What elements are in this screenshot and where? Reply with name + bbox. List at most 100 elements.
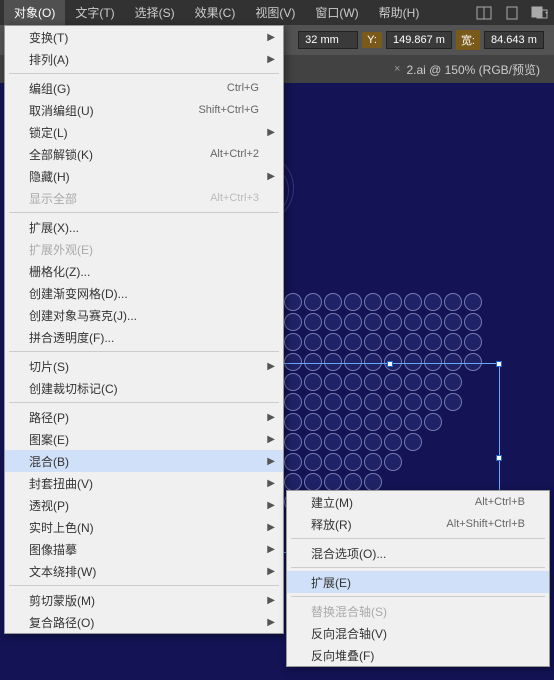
menu-item[interactable]: 混合(B)▶ <box>5 450 283 472</box>
menu-item-label: 扩展(E) <box>311 574 525 591</box>
menu-item: 显示全部Alt+Ctrl+3 <box>5 187 283 209</box>
menu-separator <box>291 596 545 597</box>
chevron-right-icon: ▶ <box>267 500 275 511</box>
menu-item[interactable]: 栅格化(Z)... <box>5 260 283 282</box>
menu-item-label: 隐藏(H) <box>29 168 259 185</box>
menu-shortcut: Alt+Ctrl+B <box>475 496 525 508</box>
menu-item-label: 栅格化(Z)... <box>29 263 259 280</box>
menu-shortcut: Alt+Ctrl+3 <box>210 192 259 204</box>
menu-item-label: 变换(T) <box>29 29 259 46</box>
menu-item[interactable]: 扩展(E) <box>287 571 549 593</box>
menu-item[interactable]: 释放(R)Alt+Shift+Ctrl+B <box>287 513 549 535</box>
chevron-right-icon: ▶ <box>267 434 275 445</box>
menu-item[interactable]: 文字(T) <box>65 0 124 25</box>
menu-item-label: 图案(E) <box>29 431 259 448</box>
menu-item-label: 创建对象马赛克(J)... <box>29 307 259 324</box>
menu-item-label: 全部解锁(K) <box>29 146 210 163</box>
menu-item[interactable]: 剪切蒙版(M) ▶ <box>5 589 283 611</box>
menu-item[interactable]: 变换(T) ▶ <box>5 26 283 48</box>
menu-item[interactable]: 扩展(X)... <box>5 216 283 238</box>
chevron-right-icon: ▶ <box>267 32 275 43</box>
menu-item-label: 排列(A) <box>29 51 259 68</box>
menu-item[interactable]: 创建对象马赛克(J)... <box>5 304 283 326</box>
selection-handle[interactable] <box>387 361 393 367</box>
doc-icon[interactable] <box>502 5 522 21</box>
menu-item-label: 拼合透明度(F)... <box>29 329 259 346</box>
menu-item[interactable]: 帮助(H) <box>369 0 430 25</box>
blend-submenu-dropdown: 建立(M)Alt+Ctrl+B释放(R)Alt+Shift+Ctrl+B混合选项… <box>286 490 550 667</box>
chevron-right-icon: ▶ <box>267 522 275 533</box>
y-value[interactable]: 149.867 m <box>386 31 452 49</box>
menu-shortcut: Ctrl+G <box>227 82 259 94</box>
menu-item[interactable]: 锁定(L)▶ <box>5 121 283 143</box>
menu-item[interactable]: 全部解锁(K)Alt+Ctrl+2 <box>5 143 283 165</box>
arrange-icon[interactable] <box>530 5 550 21</box>
menu-item[interactable]: 排列(A) ▶ <box>5 48 283 70</box>
menu-item[interactable]: 切片(S)▶ <box>5 355 283 377</box>
menu-item[interactable]: 建立(M)Alt+Ctrl+B <box>287 491 549 513</box>
menu-item[interactable]: 复合路径(O)▶ <box>5 611 283 633</box>
close-icon[interactable]: × <box>394 63 400 75</box>
menu-separator <box>9 402 279 403</box>
menu-item-label: 编组(G) <box>29 80 227 97</box>
tab-title: 2.ai @ 150% (RGB/预览) <box>406 61 540 78</box>
chevron-right-icon: ▶ <box>267 412 275 423</box>
menu-shortcut: Alt+Shift+Ctrl+B <box>446 518 525 530</box>
menu-item[interactable]: 编组(G)Ctrl+G <box>5 77 283 99</box>
menu-item[interactable]: 图像描摹 ▶ <box>5 538 283 560</box>
menu-item[interactable]: 反向堆叠(F) <box>287 644 549 666</box>
menu-item-label: 剪切蒙版(M) <box>29 592 259 609</box>
menu-item[interactable]: 创建渐变网格(D)... <box>5 282 283 304</box>
w-value[interactable]: 84.643 m <box>484 31 544 49</box>
menu-separator <box>9 351 279 352</box>
menu-separator <box>9 212 279 213</box>
menu-item[interactable]: 反向混合轴(V) <box>287 622 549 644</box>
chevron-right-icon: ▶ <box>267 361 275 372</box>
chevron-right-icon: ▶ <box>267 544 275 555</box>
chevron-right-icon: ▶ <box>267 456 275 467</box>
menu-item-label: 扩展(X)... <box>29 219 259 236</box>
menu-item-label: 文本绕排(W) <box>29 563 259 580</box>
menu-item: 替换混合轴(S) <box>287 600 549 622</box>
menu-item-label: 反向混合轴(V) <box>311 625 525 642</box>
chevron-right-icon: ▶ <box>267 595 275 606</box>
menu-item-label: 创建裁切标记(C) <box>29 380 259 397</box>
menu-item[interactable]: 视图(V) <box>245 0 305 25</box>
menu-shortcut: Shift+Ctrl+G <box>198 104 259 116</box>
menu-item-label: 替换混合轴(S) <box>311 603 525 620</box>
menu-separator <box>291 567 545 568</box>
menu-item[interactable]: 封套扭曲(V)▶ <box>5 472 283 494</box>
menu-item[interactable]: 取消编组(U)Shift+Ctrl+G <box>5 99 283 121</box>
menu-item[interactable]: 拼合透明度(F)... <box>5 326 283 348</box>
menu-item[interactable]: 选择(S) <box>125 0 185 25</box>
menu-item-label: 取消编组(U) <box>29 102 198 119</box>
menu-item[interactable]: 窗口(W) <box>305 0 368 25</box>
selection-handle[interactable] <box>496 361 502 367</box>
menu-item[interactable]: 混合选项(O)... <box>287 542 549 564</box>
menu-item[interactable]: 文本绕排(W)▶ <box>5 560 283 582</box>
layout-icon[interactable] <box>474 5 494 21</box>
chevron-right-icon: ▶ <box>267 54 275 65</box>
selection-handle[interactable] <box>496 455 502 461</box>
chevron-right-icon: ▶ <box>267 478 275 489</box>
menu-item-label: 建立(M) <box>311 494 475 511</box>
menu-item[interactable]: 图案(E) ▶ <box>5 428 283 450</box>
menubar: 对象(O)文字(T)选择(S)效果(C)视图(V)窗口(W)帮助(H) <box>0 0 554 25</box>
menu-separator <box>9 585 279 586</box>
menu-item[interactable]: 对象(O) <box>4 0 65 25</box>
menu-item-label: 图像描摹 <box>29 541 259 558</box>
menu-item-label: 混合选项(O)... <box>311 545 525 562</box>
menu-item[interactable]: 效果(C) <box>185 0 246 25</box>
chevron-right-icon: ▶ <box>267 171 275 182</box>
menu-separator <box>9 73 279 74</box>
menu-item[interactable]: 实时上色(N)▶ <box>5 516 283 538</box>
x-value[interactable]: 32 mm <box>298 31 358 49</box>
menu-separator <box>291 538 545 539</box>
menu-item[interactable]: 创建裁切标记(C) <box>5 377 283 399</box>
menu-item[interactable]: 透视(P)▶ <box>5 494 283 516</box>
menu-item-label: 显示全部 <box>29 190 210 207</box>
document-tab[interactable]: × 2.ai @ 150% (RGB/预览) <box>388 57 546 82</box>
menu-item[interactable]: 隐藏(H) ▶ <box>5 165 283 187</box>
menu-item-label: 锁定(L) <box>29 124 259 141</box>
menu-item[interactable]: 路径(P)▶ <box>5 406 283 428</box>
